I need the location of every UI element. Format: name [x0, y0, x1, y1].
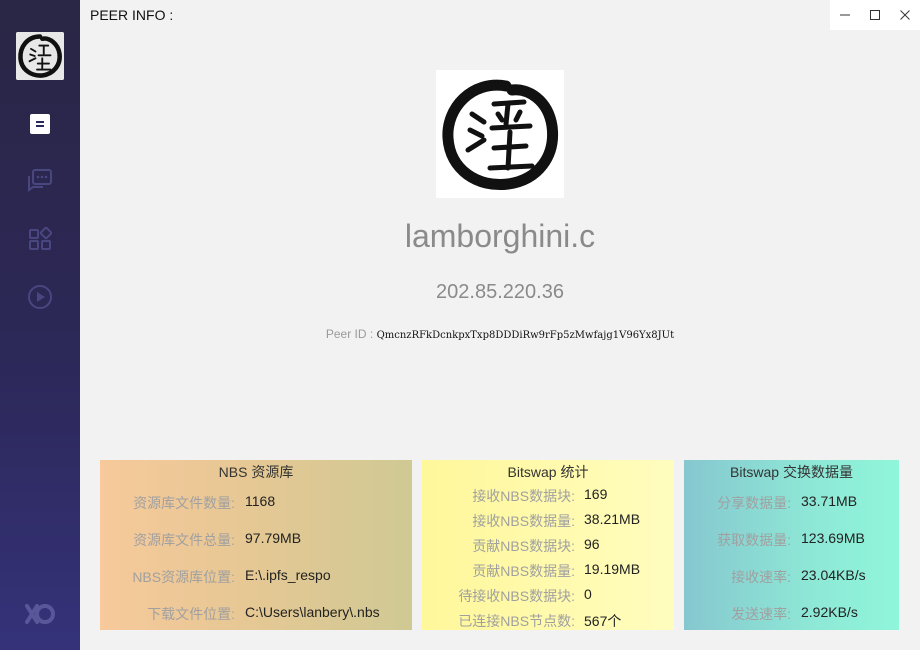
- peer-id-label: Peer ID :: [325, 327, 374, 341]
- peer-ip-address: 202.85.220.36: [436, 281, 564, 303]
- stat-value: 23.04KB/s: [801, 567, 866, 583]
- play-icon: [28, 285, 52, 309]
- bitswap-stats-panel: Bitswap 统计 接收NBS数据块: 169 接收NBS数据量: 38.21…: [422, 460, 674, 630]
- stat-value: C:\Users\lanbery\.nbs: [245, 604, 380, 620]
- stat-row: 分享数据量: 33.71MB: [684, 493, 899, 513]
- minimize-button[interactable]: [830, 0, 860, 30]
- sidebar: [0, 0, 80, 650]
- stat-value: E:\.ipfs_respo: [245, 567, 331, 583]
- stat-label: 分享数据量:: [717, 495, 791, 511]
- stat-label: 贡献NBS数据量:: [472, 563, 575, 579]
- close-icon: [900, 10, 910, 20]
- stat-label: 发送速率:: [731, 606, 791, 622]
- maximize-icon: [870, 10, 880, 20]
- stat-value: 19.19MB: [584, 561, 641, 577]
- peer-id-row: Peer ID : QmcnzRFkDcnkpxTxp8DDDiRw9rFp5z…: [80, 327, 920, 341]
- stat-row: 下载文件位置: C:\Users\lanbery\.nbs: [100, 604, 412, 624]
- stat-row: 获取数据量: 123.69MB: [684, 530, 899, 550]
- panel-title: Bitswap 统计: [507, 464, 589, 480]
- stat-value: 1168: [245, 493, 276, 509]
- stat-row: 接收NBS数据量: 38.21MB: [422, 511, 674, 531]
- window-controls: [830, 0, 920, 30]
- stat-value: 123.69MB: [801, 530, 865, 546]
- stat-row: 资源库文件数量: 1168: [100, 493, 412, 513]
- stat-row: 贡献NBS数据块: 96: [422, 536, 674, 556]
- user-avatar[interactable]: [16, 32, 64, 80]
- maximize-button[interactable]: [860, 0, 890, 30]
- sidebar-item-chat[interactable]: [22, 163, 58, 199]
- peer-id-value[interactable]: QmcnzRFkDcnkpxTxp8DDDiRw9rFp5zMwfajg1V96…: [377, 330, 675, 341]
- stat-label: 下载文件位置:: [147, 606, 235, 622]
- stat-value: 0: [584, 586, 592, 602]
- stat-label: 接收速率:: [731, 569, 791, 585]
- stat-label: 接收NBS数据块:: [472, 488, 575, 504]
- stat-value: 38.21MB: [584, 511, 641, 527]
- ink-circle-logo-icon: [436, 70, 564, 198]
- apps-grid-icon: [29, 227, 52, 250]
- stat-label: 资源库文件数量:: [133, 495, 235, 511]
- chat-icon: [28, 169, 52, 192]
- stat-value: 567个: [584, 613, 622, 629]
- stat-value: 96: [584, 536, 600, 552]
- close-button[interactable]: [890, 0, 920, 30]
- stat-label: 待接收NBS数据块:: [458, 588, 575, 604]
- sidebar-item-apps[interactable]: [22, 221, 58, 257]
- sidebar-item-media[interactable]: [22, 279, 58, 315]
- stat-value: 97.79MB: [245, 530, 302, 546]
- panel-title: NBS 资源库: [218, 464, 294, 480]
- stat-label: 资源库文件总量:: [133, 532, 235, 548]
- minimize-icon: [840, 14, 850, 16]
- stat-label: 贡献NBS数据块:: [472, 538, 575, 554]
- stat-row: 待接收NBS数据块: 0: [422, 586, 674, 606]
- stat-row: NBS资源库位置: E:\.ipfs_respo: [100, 567, 412, 587]
- sidebar-brand: [22, 596, 58, 632]
- stat-row: 贡献NBS数据量: 19.19MB: [422, 561, 674, 581]
- panel-title: Bitswap 交换数据量: [730, 464, 853, 480]
- stat-row: 发送速率: 2.92KB/s: [684, 604, 899, 624]
- stat-row: 已连接NBS节点数: 567个: [422, 611, 674, 631]
- stat-row: 接收速率: 23.04KB/s: [684, 567, 899, 587]
- stat-row: 接收NBS数据块: 169: [422, 486, 674, 506]
- stat-value: 33.71MB: [801, 493, 858, 509]
- window-title: PEER INFO :: [90, 7, 174, 23]
- stat-label: 获取数据量:: [717, 532, 791, 548]
- peer-avatar: [436, 70, 564, 198]
- nbs-repo-panel: NBS 资源库 资源库文件数量: 1168 资源库文件总量: 97.79MB N…: [100, 460, 412, 630]
- brand-logo-icon: [25, 604, 55, 624]
- stat-label: 已连接NBS节点数:: [458, 613, 575, 629]
- ink-circle-logo-icon: [16, 32, 64, 80]
- sidebar-item-info[interactable]: [22, 106, 58, 142]
- peer-name: lamborghini.c: [404, 218, 596, 254]
- stat-label: 接收NBS数据量:: [472, 513, 575, 529]
- stat-row: 资源库文件总量: 97.79MB: [100, 530, 412, 550]
- bitswap-exchange-panel: Bitswap 交换数据量 分享数据量: 33.71MB 获取数据量: 123.…: [684, 460, 899, 630]
- stat-value: 2.92KB/s: [801, 604, 858, 620]
- document-icon: [30, 114, 50, 134]
- stat-value: 169: [584, 486, 608, 502]
- stat-label: NBS资源库位置:: [132, 569, 235, 585]
